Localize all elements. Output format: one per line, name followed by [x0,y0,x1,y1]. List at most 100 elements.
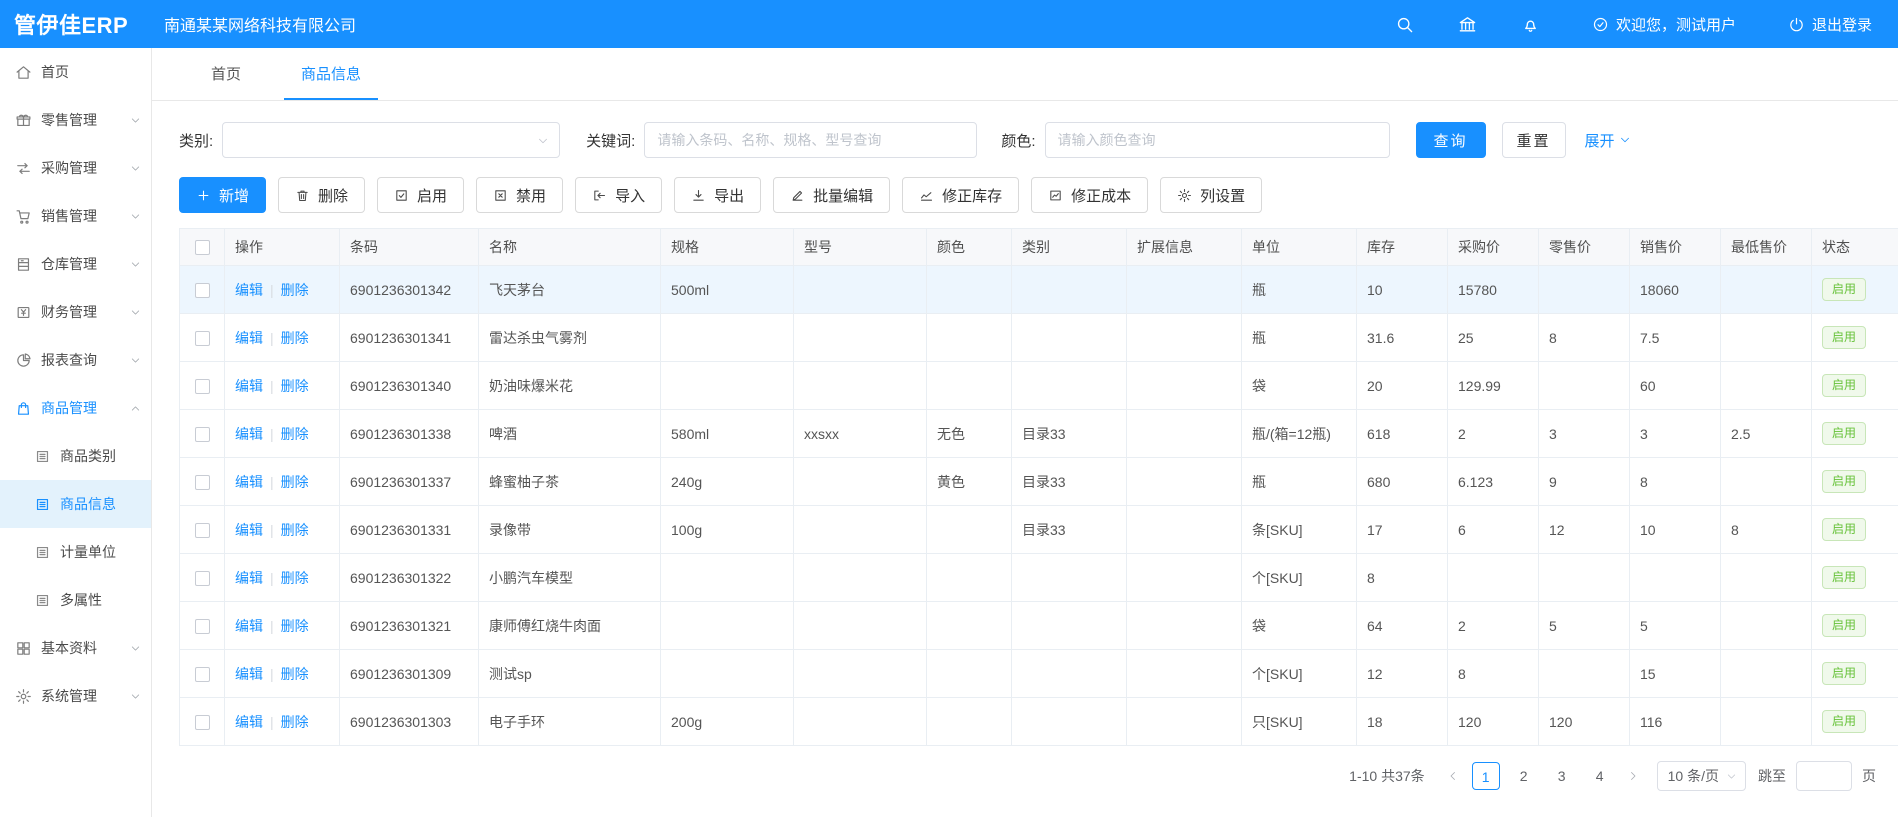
cell-purchase-price: 129.99 [1448,362,1539,410]
chevron-right-icon [1627,770,1639,782]
page-button-2[interactable]: 2 [1510,762,1538,790]
import-icon [592,188,607,203]
cell-name: 测试sp [479,650,661,698]
color-input[interactable] [1045,122,1390,158]
page-button-4[interactable]: 4 [1586,762,1614,790]
cell-min-price [1721,314,1812,362]
cell-status: 启用 [1812,410,1898,458]
row-checkbox[interactable] [195,667,210,682]
delete-link[interactable]: 删除 [281,522,309,538]
sidebar-item-零售管理[interactable]: 零售管理 [0,96,151,144]
row-checkbox[interactable] [195,331,210,346]
delete-link[interactable]: 删除 [281,618,309,634]
edit-link[interactable]: 编辑 [235,474,263,490]
cell-unit: 只[SKU] [1242,698,1357,746]
delete-link[interactable]: 删除 [281,378,309,394]
sidebar-item-商品类别[interactable]: 商品类别 [0,432,151,480]
bank-icon[interactable] [1458,15,1477,34]
edit-link[interactable]: 编辑 [235,714,263,730]
cell-sale-price [1630,554,1721,602]
cell-retail-price: 3 [1539,410,1630,458]
cell-status: 启用 [1812,506,1898,554]
cell-name: 小鹏汽车模型 [479,554,661,602]
delete-link[interactable]: 删除 [281,282,309,298]
sidebar-item-多属性[interactable]: 多属性 [0,576,151,624]
toolbar-button-新增[interactable]: 新增 [179,177,266,213]
search-button[interactable]: 查询 [1416,122,1486,158]
edit-link[interactable]: 编辑 [235,570,263,586]
reset-button[interactable]: 重置 [1502,122,1566,158]
toolbar-button-修正成本[interactable]: 修正成本 [1031,177,1148,213]
toolbar-button-禁用[interactable]: 禁用 [476,177,563,213]
edit-link[interactable]: 编辑 [235,666,263,682]
edit-link[interactable]: 编辑 [235,618,263,634]
prev-page-button[interactable] [1439,762,1467,790]
row-checkbox[interactable] [195,715,210,730]
sidebar-item-商品管理[interactable]: 商品管理 [0,384,151,432]
settings-icon [1177,188,1192,203]
delete-link[interactable]: 删除 [281,666,309,682]
sidebar-item-报表查询[interactable]: 报表查询 [0,336,151,384]
sidebar-item-基本资料[interactable]: 基本资料 [0,624,151,672]
row-checkbox[interactable] [195,619,210,634]
row-checkbox[interactable] [195,523,210,538]
toolbar-button-列设置[interactable]: 列设置 [1160,177,1262,213]
delete-link[interactable]: 删除 [281,570,309,586]
page-button-3[interactable]: 3 [1548,762,1576,790]
edit-link[interactable]: 编辑 [235,378,263,394]
page-button-1[interactable]: 1 [1472,762,1500,790]
delete-link[interactable]: 删除 [281,426,309,442]
delete-link[interactable]: 删除 [281,474,309,490]
sidebar-item-首页[interactable]: 首页 [0,48,151,96]
cell-sale-price: 8 [1630,458,1721,506]
page-size-select[interactable]: 10 条/页 [1657,761,1746,791]
action-separator: | [270,714,274,730]
action-separator: | [270,570,274,586]
edit-link[interactable]: 编辑 [235,426,263,442]
row-checkbox[interactable] [195,379,210,394]
sidebar-item-计量单位[interactable]: 计量单位 [0,528,151,576]
bag-icon [15,400,32,417]
sidebar-item-仓库管理[interactable]: 仓库管理 [0,240,151,288]
cell-status: 启用 [1812,314,1898,362]
search-icon[interactable] [1395,15,1414,34]
select-all-checkbox[interactable] [195,240,210,255]
table-row: 编辑|删除6901236301321康师傅红烧牛肉面袋64255启用 [180,602,1898,650]
sidebar-item-销售管理[interactable]: 销售管理 [0,192,151,240]
tab-商品信息[interactable]: 商品信息 [284,48,378,100]
toolbar-button-修正库存[interactable]: 修正库存 [902,177,1019,213]
tab-首页[interactable]: 首页 [194,48,258,100]
delete-link[interactable]: 删除 [281,714,309,730]
toolbar-button-删除[interactable]: 删除 [278,177,365,213]
jump-page-input[interactable] [1796,761,1852,791]
cell-purchase-price: 8 [1448,650,1539,698]
expand-link[interactable]: 展开 [1585,130,1631,151]
next-page-button[interactable] [1619,762,1647,790]
sidebar-item-采购管理[interactable]: 采购管理 [0,144,151,192]
toolbar-button-导出[interactable]: 导出 [674,177,761,213]
cell-retail-price: 5 [1539,602,1630,650]
sidebar-item-商品信息[interactable]: 商品信息 [0,480,151,528]
row-checkbox[interactable] [195,571,210,586]
user-welcome[interactable]: 欢迎您，测试用户 [1592,14,1736,35]
sidebar-item-label: 报表查询 [41,350,97,370]
keyword-input[interactable] [644,122,977,158]
row-checkbox[interactable] [195,283,210,298]
toolbar-button-导入[interactable]: 导入 [575,177,662,213]
toolbar-button-批量编辑[interactable]: 批量编辑 [773,177,890,213]
edit-link[interactable]: 编辑 [235,330,263,346]
cell-sale-price: 5 [1630,602,1721,650]
bell-icon[interactable] [1521,15,1540,34]
cell-purchase-price [1448,554,1539,602]
toolbar-button-启用[interactable]: 启用 [377,177,464,213]
row-checkbox[interactable] [195,475,210,490]
logout-button[interactable]: 退出登录 [1788,14,1872,35]
category-select[interactable] [222,122,560,158]
sidebar-item-系统管理[interactable]: 系统管理 [0,672,151,720]
edit-link[interactable]: 编辑 [235,282,263,298]
sidebar-item-label: 多属性 [60,590,102,610]
sidebar-item-财务管理[interactable]: 财务管理 [0,288,151,336]
delete-link[interactable]: 删除 [281,330,309,346]
edit-link[interactable]: 编辑 [235,522,263,538]
row-checkbox[interactable] [195,427,210,442]
